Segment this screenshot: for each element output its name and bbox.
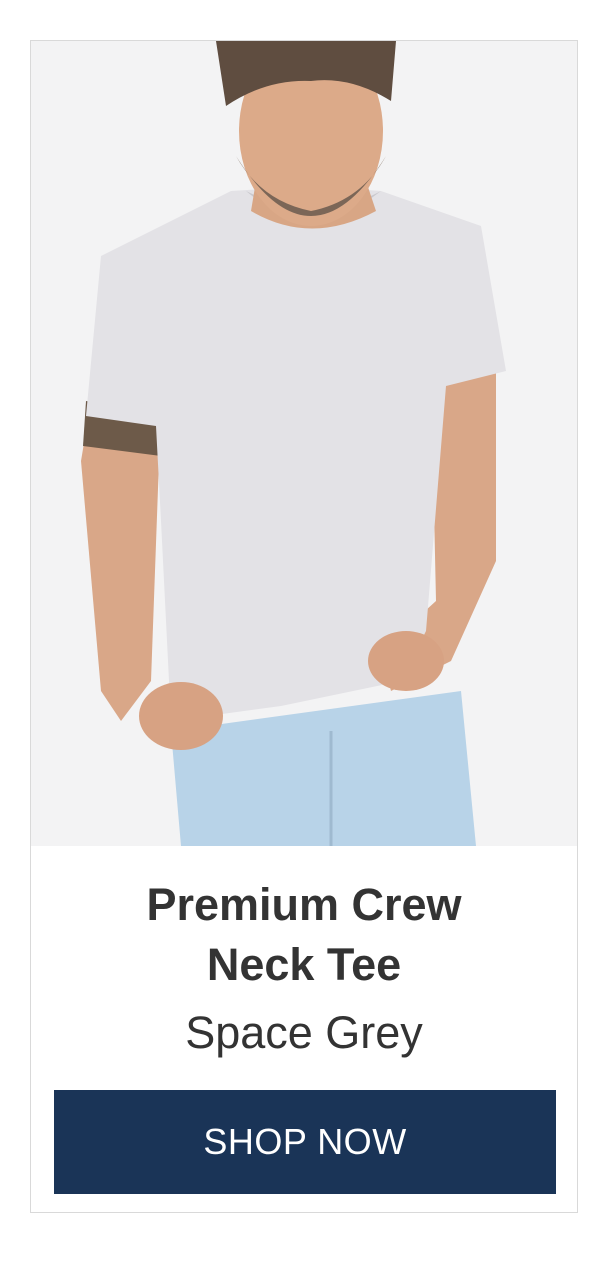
- product-title: Premium Crew Neck Tee: [31, 875, 577, 995]
- shop-now-button[interactable]: SHOP NOW: [54, 1090, 556, 1194]
- product-title-line1: Premium Crew: [146, 879, 462, 930]
- product-title-line2: Neck Tee: [206, 939, 402, 990]
- product-image[interactable]: [31, 41, 577, 846]
- model-photo-illustration: [31, 41, 577, 846]
- product-color-name: Space Grey: [185, 1007, 423, 1058]
- product-card: Premium Crew Neck Tee Space Grey SHOP NO…: [30, 40, 578, 1213]
